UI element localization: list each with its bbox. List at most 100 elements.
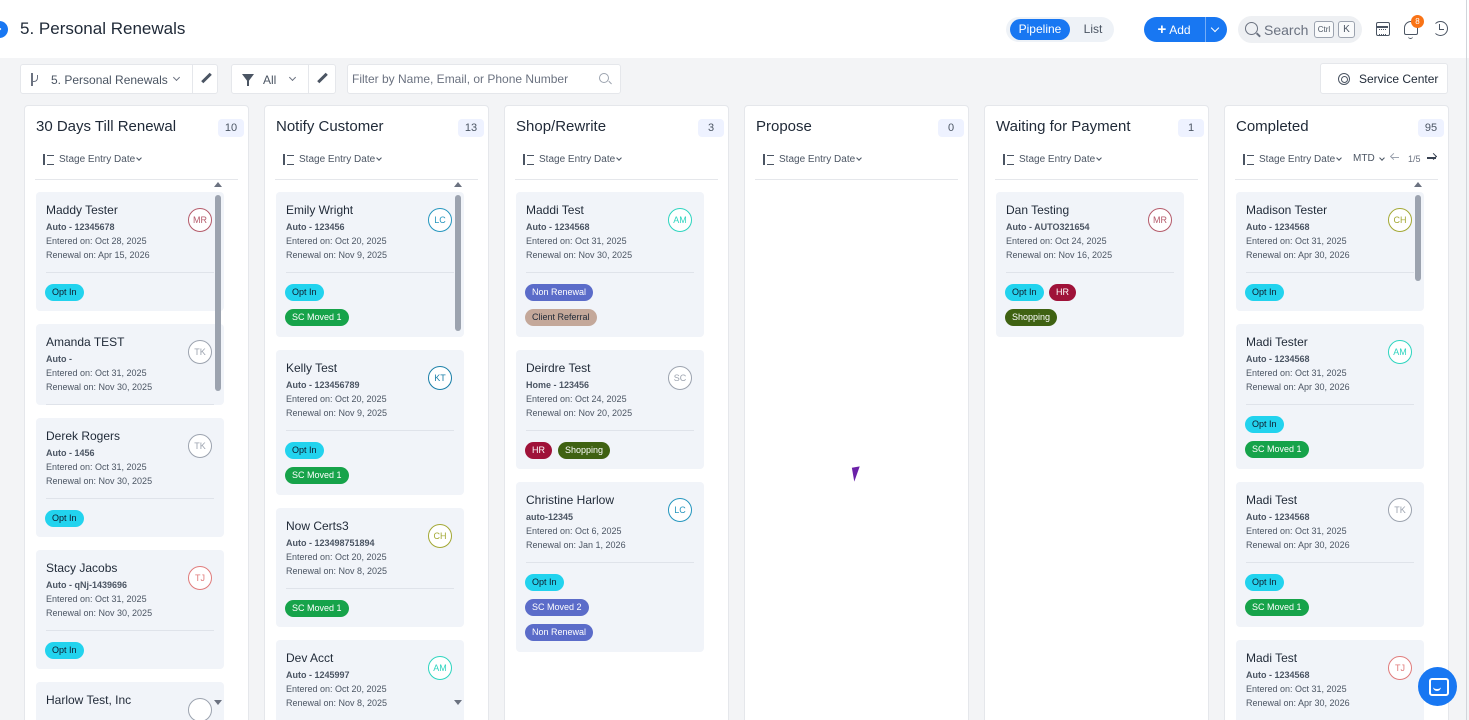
assignee-avatar[interactable]: KT xyxy=(428,366,452,390)
opportunity-card[interactable]: Madi Tester Auto - 1234568 Entered on: Oct… xyxy=(1236,324,1424,469)
scroll-down-arrow-icon[interactable] xyxy=(454,700,462,705)
sort-descending-icon xyxy=(281,154,294,166)
renewal-date: Renewal on: Nov 30, 2025 xyxy=(46,382,153,392)
assignee-avatar[interactable] xyxy=(188,698,212,720)
chevron-down-icon xyxy=(288,73,297,82)
assignee-avatar[interactable]: AM xyxy=(428,656,452,680)
opportunity-card[interactable]: Kelly Test Auto - 123456789 Entered on: Oc… xyxy=(276,350,464,495)
stage-column-notify-customer: Notify Customer 13 Stage Entry Date Emily W… xyxy=(264,105,489,720)
assignee-avatar[interactable]: CH xyxy=(1388,208,1412,232)
assignee-avatar[interactable]: LC xyxy=(428,208,452,232)
previous-page-arrow-icon[interactable] xyxy=(1391,157,1399,159)
assignee-avatar[interactable]: SC xyxy=(668,366,692,390)
next-page-arrow-icon[interactable] xyxy=(1427,157,1436,159)
column-scrollbar[interactable] xyxy=(1414,182,1422,714)
opportunity-card[interactable]: Madi Test Auto - 1234568 Entered on: Oct 3… xyxy=(1236,640,1424,720)
assignee-avatar[interactable]: TJ xyxy=(188,566,212,590)
opportunity-card[interactable]: Maddi Test Auto - 1234568 Entered on: Oct … xyxy=(516,192,704,337)
column-scrollbar[interactable] xyxy=(454,182,462,714)
period-selector[interactable]: MTD xyxy=(1353,153,1385,164)
scrollbar-thumb[interactable] xyxy=(455,195,461,331)
scroll-up-arrow-icon[interactable] xyxy=(214,182,222,187)
pipeline-view-button[interactable]: Pipeline xyxy=(1010,19,1070,40)
opportunity-card[interactable]: Amanda TEST Auto - Entered on: Oct 31, 202… xyxy=(36,324,224,405)
stage-column-waiting-for-payment: Waiting for Payment 1 Stage Entry Date Dan … xyxy=(984,105,1209,720)
opportunity-card[interactable]: Madi Test Auto - 1234568 Entered on: Oct 3… xyxy=(1236,482,1424,627)
assignee-avatar[interactable]: AM xyxy=(1388,340,1412,364)
opportunity-card[interactable]: Deirdre Test Home - 123456 Entered on: Oct… xyxy=(516,350,704,469)
policy-number: Auto - 1234568 xyxy=(526,222,590,232)
assignee-avatar[interactable]: AM xyxy=(668,208,692,232)
filter-search-input[interactable] xyxy=(352,66,592,92)
opportunity-card[interactable]: Madison Tester Auto - 1234568 Entered on: … xyxy=(1236,192,1424,311)
tag-opt-in: Opt In xyxy=(45,642,84,659)
entered-date: Entered on: Oct 20, 2025 xyxy=(286,236,387,246)
back-arrow-icon[interactable] xyxy=(0,21,8,38)
assignee-avatar[interactable]: MR xyxy=(188,208,212,232)
opportunity-card[interactable]: Dan Testing Auto - AUTO321654 Entered on: … xyxy=(996,192,1184,337)
card-divider xyxy=(286,272,454,273)
stage-header-divider xyxy=(755,179,958,180)
contact-name: Emily Wright xyxy=(286,203,354,217)
assignee-avatar[interactable]: TJ xyxy=(1388,656,1412,680)
policy-number: Auto - 1245997 xyxy=(286,670,350,680)
opportunity-card[interactable]: Now Certs3 Auto - 123498751894 Entered on:… xyxy=(276,508,464,627)
tag-non-renewal: Non Renewal xyxy=(525,624,594,641)
chat-support-button[interactable] xyxy=(1418,667,1457,706)
policy-number: Auto - 12345678 xyxy=(46,222,115,232)
contact-name: Derek Rogers xyxy=(46,429,121,443)
assignee-avatar[interactable]: MR xyxy=(1148,208,1172,232)
plus-icon: + xyxy=(1157,21,1167,38)
sort-descending-icon xyxy=(521,154,534,166)
add-dropdown-chevron-icon[interactable] xyxy=(1205,17,1227,42)
assignee-avatar[interactable]: TK xyxy=(188,340,212,364)
scroll-up-arrow-icon[interactable] xyxy=(1414,182,1422,187)
scroll-down-arrow-icon[interactable] xyxy=(214,700,222,705)
sort-label: Stage Entry Date xyxy=(59,154,136,165)
opportunity-card[interactable]: Dev Acct Auto - 1245997 Entered on: Oct 20… xyxy=(276,640,464,720)
card-divider xyxy=(526,562,694,563)
opportunity-card[interactable]: Derek Rogers Auto - 1456 Entered on: Oct 3… xyxy=(36,418,224,537)
opportunity-card[interactable]: Stacy Jacobs Auto - qNj-1439696 Entered on… xyxy=(36,550,224,669)
contact-name: Maddi Test xyxy=(526,203,584,217)
shortcut-ctrl-key: Ctrl xyxy=(1314,21,1334,38)
opportunity-card[interactable]: Christine Harlow auto-12345 Entered on: Oc… xyxy=(516,482,704,652)
pipeline-selector[interactable]: 5. Personal Renewals xyxy=(20,64,218,94)
calendar-icon[interactable] xyxy=(1376,22,1390,36)
add-button[interactable]: + Add xyxy=(1144,17,1204,42)
service-center-button[interactable]: Service Center xyxy=(1320,63,1448,94)
tag-opt-in: Opt In xyxy=(1005,284,1044,301)
contact-name: Dan Testing xyxy=(1006,203,1070,217)
column-scrollbar[interactable] xyxy=(214,182,222,714)
assignee-avatar[interactable]: CH xyxy=(428,524,452,548)
contact-name: Kelly Test xyxy=(286,361,338,375)
tag-hr: HR xyxy=(1049,284,1076,301)
scrollbar-thumb[interactable] xyxy=(1415,195,1421,281)
policy-number: Auto - 123498751894 xyxy=(286,538,375,548)
filter-selector[interactable]: All xyxy=(231,64,336,94)
global-search-button[interactable]: Search Ctrl K xyxy=(1238,16,1362,43)
contact-name: Christine Harlow xyxy=(526,493,615,507)
renewal-date: Renewal on: Nov 9, 2025 xyxy=(286,408,388,418)
policy-number: Auto - 1234568 xyxy=(1246,512,1310,522)
chevron-down-icon xyxy=(172,73,181,82)
edit-pipeline-pencil-icon[interactable] xyxy=(201,74,211,84)
assignee-avatar[interactable]: TK xyxy=(188,434,212,458)
renewal-date: Renewal on: Apr 30, 2026 xyxy=(1246,382,1350,392)
entered-date: Entered on: Oct 24, 2025 xyxy=(1006,236,1107,246)
opportunity-card[interactable]: Emily Wright Auto - 123456 Entered on: Oct… xyxy=(276,192,464,337)
edit-filter-pencil-icon[interactable] xyxy=(317,74,327,84)
opportunity-card[interactable]: Harlow Test, Inc xyxy=(36,682,224,720)
card-divider xyxy=(1006,272,1174,273)
assignee-avatar[interactable]: TK xyxy=(1388,498,1412,522)
contact-name: Harlow Test, Inc xyxy=(46,693,132,707)
history-icon[interactable] xyxy=(1433,21,1448,36)
scroll-up-arrow-icon[interactable] xyxy=(454,182,462,187)
stage-header-divider xyxy=(515,179,718,180)
opportunity-card[interactable]: Maddy Tester Auto - 12345678 Entered on: O… xyxy=(36,192,224,311)
scrollbar-thumb[interactable] xyxy=(215,195,221,391)
list-view-button[interactable]: List xyxy=(1076,19,1110,40)
page-indicator: 1/5 xyxy=(1408,154,1421,164)
sort-descending-icon xyxy=(1241,154,1254,166)
assignee-avatar[interactable]: LC xyxy=(668,498,692,522)
